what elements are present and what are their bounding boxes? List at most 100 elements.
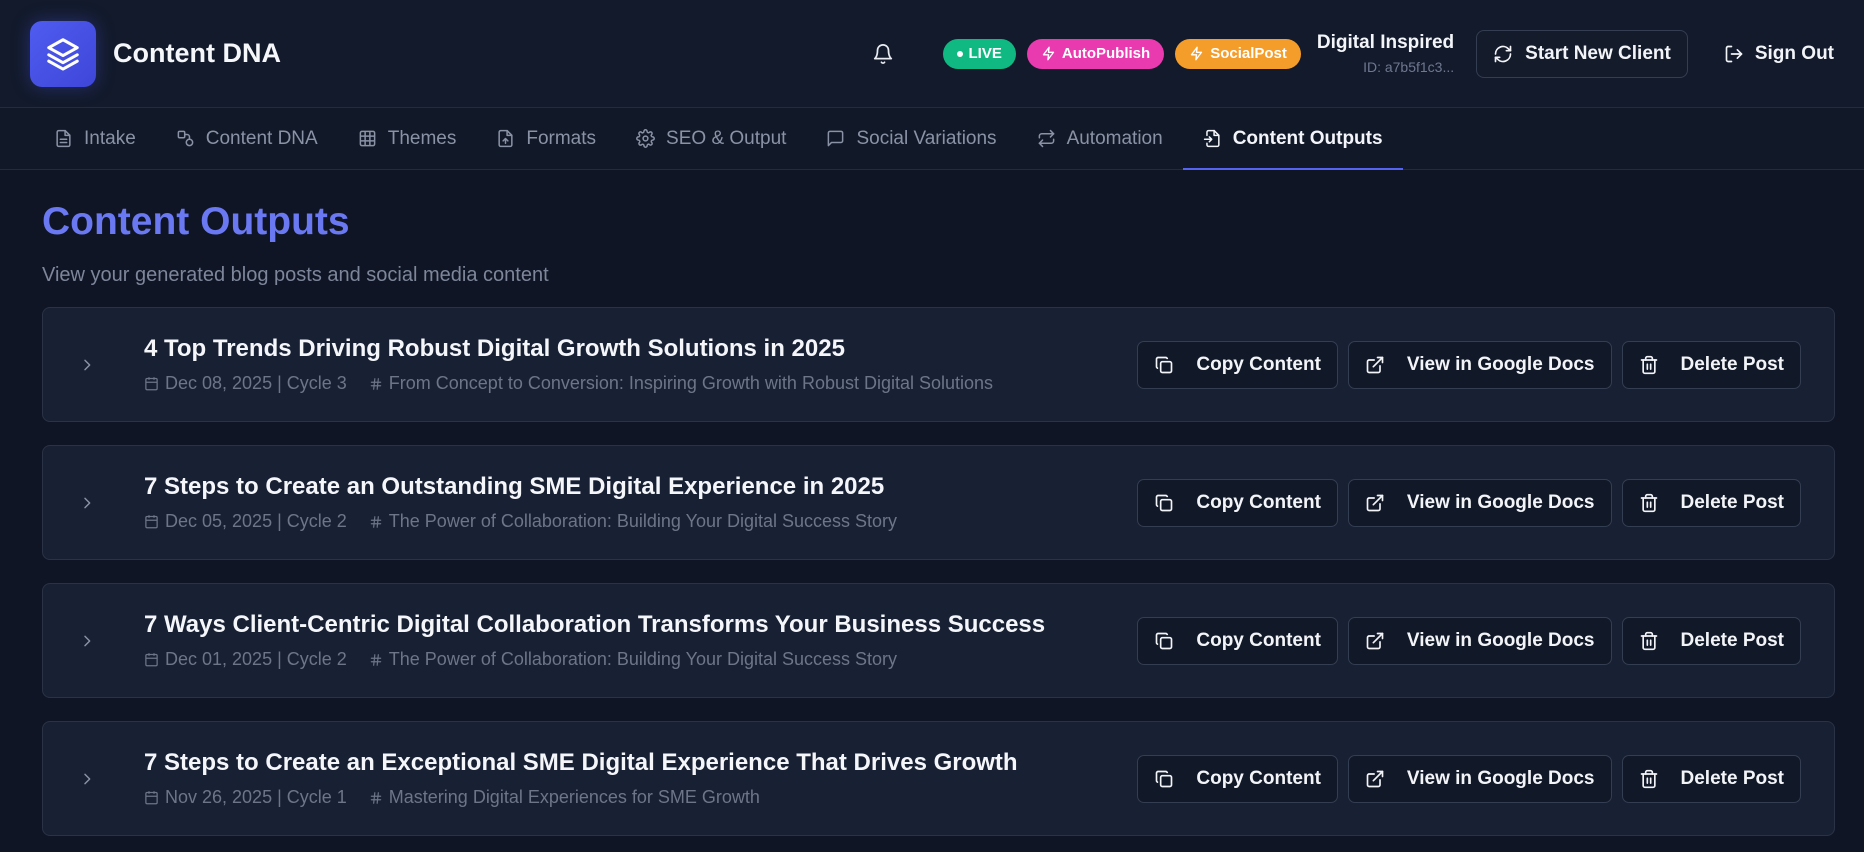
delete-post-button[interactable]: Delete Post [1621, 340, 1801, 389]
post-card: 7 Ways Client-Centric Digital Collaborat… [42, 583, 1835, 698]
view-google-docs-button[interactable]: View in Google Docs [1347, 616, 1612, 665]
tab-seo-output[interactable]: SEO & Output [616, 108, 806, 169]
post-meta: Dec 08, 2025 | Cycle 3 From Concept to C… [144, 373, 1137, 394]
copy-icon [1156, 356, 1173, 373]
expand-post-button[interactable] [75, 357, 99, 373]
post-actions: Copy Content View in Google Docs Delete … [1137, 754, 1801, 803]
view-google-docs-button[interactable]: View in Google Docs [1347, 754, 1612, 803]
calendar-icon [145, 653, 158, 667]
calendar-icon [145, 791, 158, 805]
trash-icon [1640, 631, 1657, 650]
tab-social-variations[interactable]: Social Variations [806, 108, 1016, 169]
trash-icon [1640, 355, 1657, 374]
autopublish-badge: AutoPublish [1026, 38, 1165, 69]
app-title: Content DNA [113, 38, 281, 68]
post-title: 7 Ways Client-Centric Digital Collaborat… [144, 611, 1046, 638]
refresh-icon [1494, 45, 1512, 62]
post-body: 4 Top Trends Driving Robust Digital Grow… [144, 335, 1137, 394]
bell-icon [873, 43, 892, 64]
view-google-docs-button[interactable]: View in Google Docs [1347, 478, 1612, 527]
tab-formats[interactable]: Formats [476, 108, 616, 169]
post-actions: Copy Content View in Google Docs Delete … [1137, 340, 1801, 389]
copy-icon [1156, 770, 1173, 787]
post-date: Dec 05, 2025 | Cycle 2 [144, 511, 347, 532]
post-date: Nov 26, 2025 | Cycle 1 [144, 787, 347, 808]
sign-out-button[interactable]: Sign Out [1724, 43, 1834, 65]
copy-content-label: Copy Content [1196, 491, 1321, 513]
app-logo[interactable] [30, 20, 96, 87]
expand-post-button[interactable] [75, 771, 99, 787]
external-link-icon [1366, 632, 1384, 649]
sign-out-icon [1725, 45, 1743, 62]
post-date-cycle: Nov 26, 2025 | Cycle 1 [165, 787, 347, 807]
copy-content-button[interactable]: Copy Content [1137, 754, 1338, 803]
tab-content-dna[interactable]: Content DNA [156, 108, 338, 169]
post-body: 7 Steps to Create an Outstanding SME Dig… [144, 473, 1137, 532]
view-google-docs-label: View in Google Docs [1406, 767, 1595, 789]
lightning-icon [1191, 46, 1203, 61]
hash-icon [370, 791, 382, 804]
hash-icon [370, 653, 382, 666]
post-date-cycle: Dec 05, 2025 | Cycle 2 [165, 511, 347, 531]
calendar-icon [145, 377, 158, 391]
tab-content-outputs[interactable]: Content Outputs [1182, 108, 1403, 170]
copy-icon [1156, 494, 1173, 511]
tab-label: Content DNA [205, 127, 318, 149]
view-google-docs-label: View in Google Docs [1406, 491, 1595, 513]
file-upload-icon [498, 129, 513, 148]
app-header: Content DNA LIVE AutoPublish SocialPost … [0, 0, 1864, 108]
delete-post-label: Delete Post [1680, 629, 1784, 651]
view-google-docs-label: View in Google Docs [1406, 629, 1595, 651]
delete-post-label: Delete Post [1680, 353, 1784, 375]
post-meta: Dec 05, 2025 | Cycle 2 The Power of Coll… [144, 511, 1137, 532]
copy-content-button[interactable]: Copy Content [1137, 478, 1338, 527]
chevron-right-icon [84, 773, 91, 784]
expand-post-button[interactable] [75, 495, 99, 511]
expand-post-button[interactable] [75, 633, 99, 649]
main-content: Content Outputs View your generated blog… [0, 170, 1864, 836]
tab-themes[interactable]: Themes [338, 108, 477, 169]
tab-label: Formats [526, 127, 597, 149]
autopublish-badge-label: AutoPublish [1061, 45, 1151, 62]
post-card: 7 Steps to Create an Outstanding SME Dig… [42, 445, 1835, 560]
repeat-icon [1038, 129, 1054, 148]
post-theme-label: Mastering Digital Experiences for SME Gr… [388, 787, 760, 807]
copy-content-button[interactable]: Copy Content [1137, 616, 1338, 665]
view-google-docs-button[interactable]: View in Google Docs [1347, 340, 1612, 389]
post-card: 4 Top Trends Driving Robust Digital Grow… [42, 307, 1835, 422]
start-new-client-button[interactable]: Start New Client [1476, 29, 1688, 78]
post-title: 7 Steps to Create an Exceptional SME Dig… [144, 749, 1018, 776]
main-tabs: Intake Content DNA Themes Formats SEO & … [0, 108, 1864, 170]
post-body: 7 Ways Client-Centric Digital Collaborat… [144, 611, 1137, 670]
external-link-icon [1366, 770, 1384, 787]
delete-post-button[interactable]: Delete Post [1621, 754, 1801, 803]
tab-label: Automation [1066, 127, 1163, 149]
tab-automation[interactable]: Automation [1017, 108, 1183, 169]
post-meta: Dec 01, 2025 | Cycle 2 The Power of Coll… [144, 649, 1137, 670]
post-theme: The Power of Collaboration: Building You… [369, 649, 897, 670]
post-actions: Copy Content View in Google Docs Delete … [1137, 616, 1801, 665]
hash-icon [370, 377, 382, 390]
trash-icon [1640, 493, 1657, 512]
lightning-icon [1042, 46, 1055, 61]
client-info: Digital Inspired ID: a7b5f1c3... [1317, 32, 1454, 75]
client-name: Digital Inspired [1316, 32, 1455, 53]
page-subtitle: View your generated blog posts and socia… [42, 264, 549, 286]
post-body: 7 Steps to Create an Exceptional SME Dig… [144, 749, 1137, 808]
notifications-button[interactable] [863, 34, 903, 74]
tab-label: SEO & Output [666, 127, 787, 149]
sign-out-label: Sign Out [1754, 42, 1834, 64]
copy-content-button[interactable]: Copy Content [1137, 340, 1338, 389]
chevron-right-icon [84, 497, 91, 508]
post-title: 7 Steps to Create an Outstanding SME Dig… [144, 473, 885, 500]
calendar-icon [145, 515, 158, 529]
post-actions: Copy Content View in Google Docs Delete … [1137, 478, 1801, 527]
view-google-docs-label: View in Google Docs [1406, 353, 1595, 375]
delete-post-button[interactable]: Delete Post [1621, 478, 1801, 527]
post-list: 4 Top Trends Driving Robust Digital Grow… [42, 307, 1835, 836]
external-link-icon [1366, 356, 1384, 373]
tab-intake[interactable]: Intake [34, 108, 156, 169]
trash-icon [1640, 769, 1657, 788]
copy-content-label: Copy Content [1196, 767, 1321, 789]
delete-post-button[interactable]: Delete Post [1621, 616, 1801, 665]
